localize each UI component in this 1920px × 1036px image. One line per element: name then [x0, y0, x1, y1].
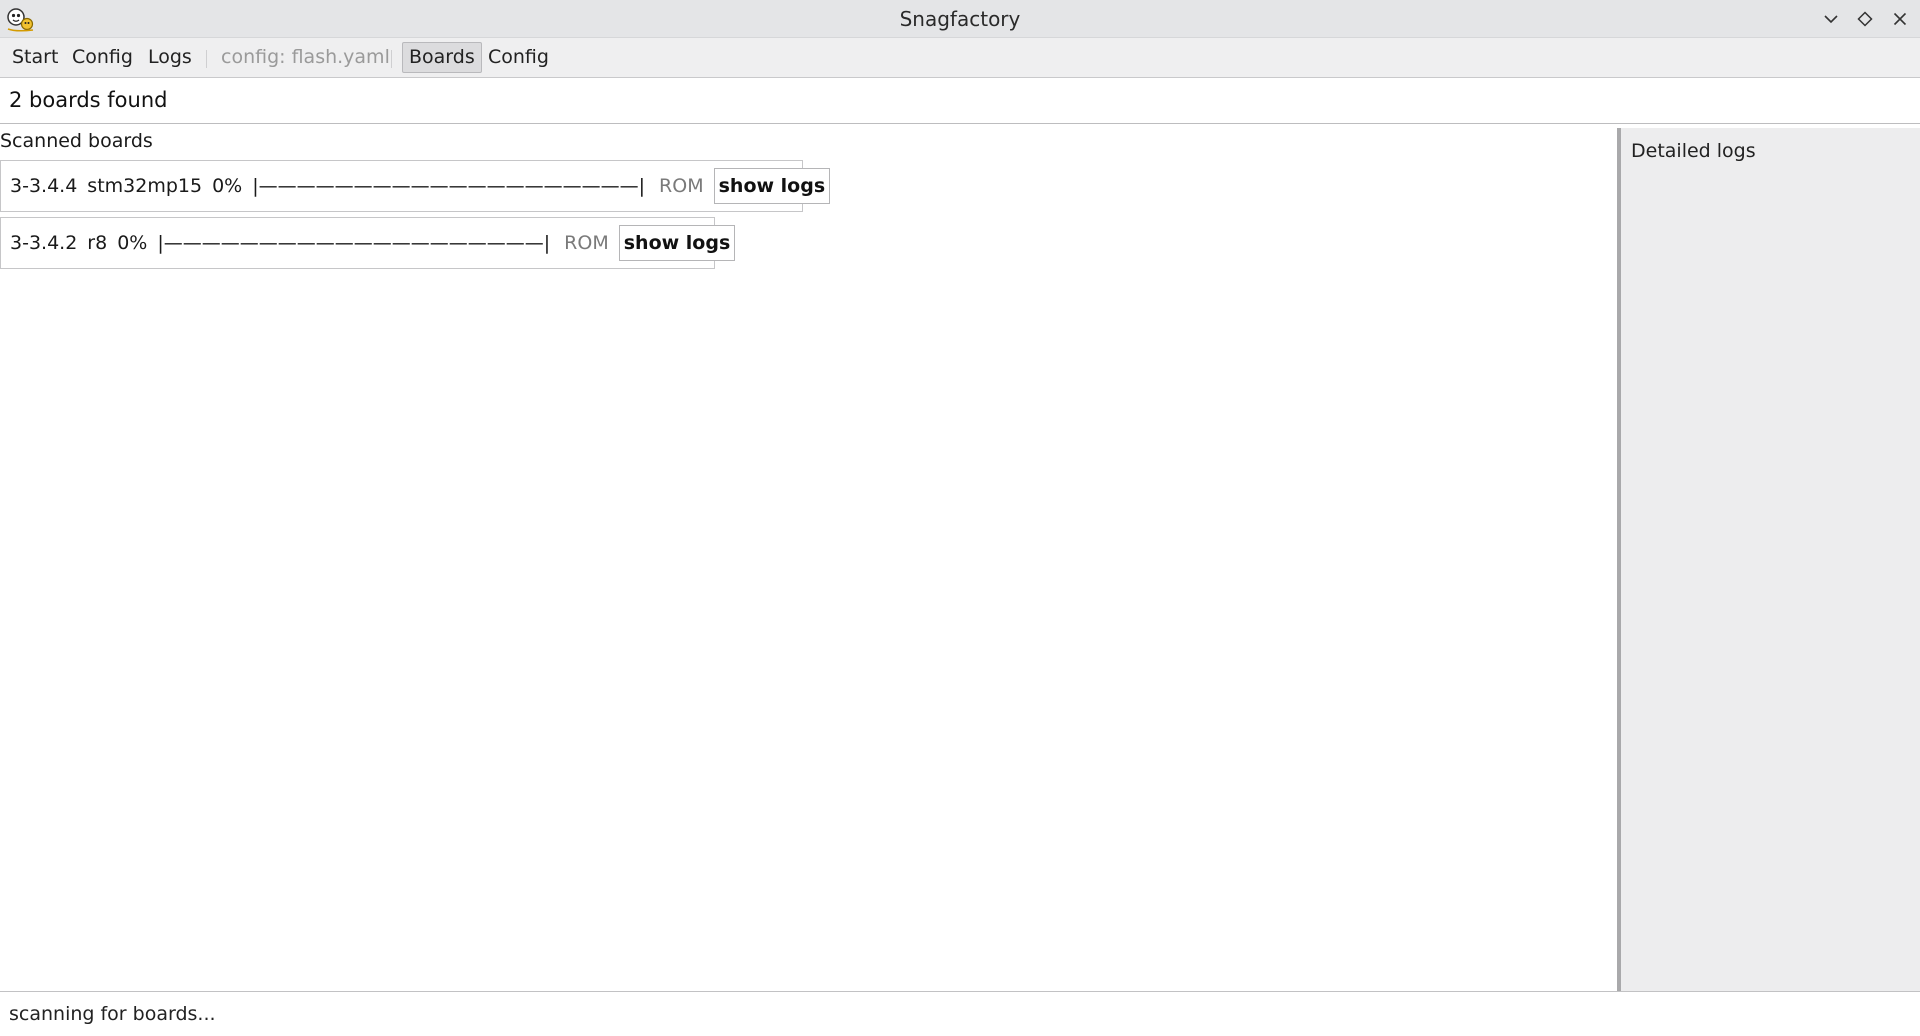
- detailed-logs-panel: Detailed logs: [1617, 128, 1920, 991]
- scan-status-bar: scanning for boards...: [0, 991, 1920, 1035]
- tab-config[interactable]: Config: [482, 42, 555, 73]
- title-bar: Snagfactory: [0, 0, 1920, 38]
- board-id: 3-3.4.2: [10, 232, 78, 254]
- board-row: 3-3.4.4 stm32mp15 0% |——————————————————…: [0, 160, 831, 212]
- maximize-button[interactable]: [1853, 7, 1877, 31]
- board-id: 3-3.4.4: [10, 175, 78, 197]
- minimize-button[interactable]: [1819, 7, 1843, 31]
- menu-start[interactable]: Start: [6, 42, 64, 73]
- tab-boards[interactable]: Boards: [402, 42, 482, 73]
- boards-found-status: 2 boards found: [0, 78, 1920, 124]
- board-progress-percent: 0%: [212, 175, 243, 197]
- menu-separator: [391, 50, 392, 68]
- board-model: stm32mp15: [87, 175, 203, 197]
- show-logs-button[interactable]: show logs: [618, 225, 736, 261]
- board-phase: ROM: [564, 232, 609, 254]
- detailed-logs-title: Detailed logs: [1631, 140, 1756, 162]
- menu-config[interactable]: Config: [66, 42, 139, 73]
- board-progress-percent: 0%: [117, 232, 148, 254]
- window-title: Snagfactory: [899, 7, 1021, 31]
- close-button[interactable]: [1888, 7, 1912, 31]
- menu-separator: [206, 50, 207, 68]
- menu-logs[interactable]: Logs: [142, 42, 198, 73]
- board-phase: ROM: [659, 175, 704, 197]
- diamond-icon: [1857, 11, 1873, 27]
- menu-bar: Start Config Logs config: flash.yaml Boa…: [0, 38, 1920, 78]
- config-file-label: config: flash.yaml: [221, 46, 390, 68]
- board-row: 3-3.4.2 r8 0% |————————————————————| ROM…: [0, 217, 736, 269]
- show-logs-button[interactable]: show logs: [713, 168, 831, 204]
- close-icon: [1893, 12, 1907, 26]
- scanned-boards-label: Scanned boards: [0, 130, 153, 152]
- board-progress-bar: |————————————————————|: [157, 232, 551, 254]
- board-progress-bar: |————————————————————|: [252, 175, 646, 197]
- chevron-down-icon: [1824, 15, 1838, 24]
- board-model: r8: [87, 232, 108, 254]
